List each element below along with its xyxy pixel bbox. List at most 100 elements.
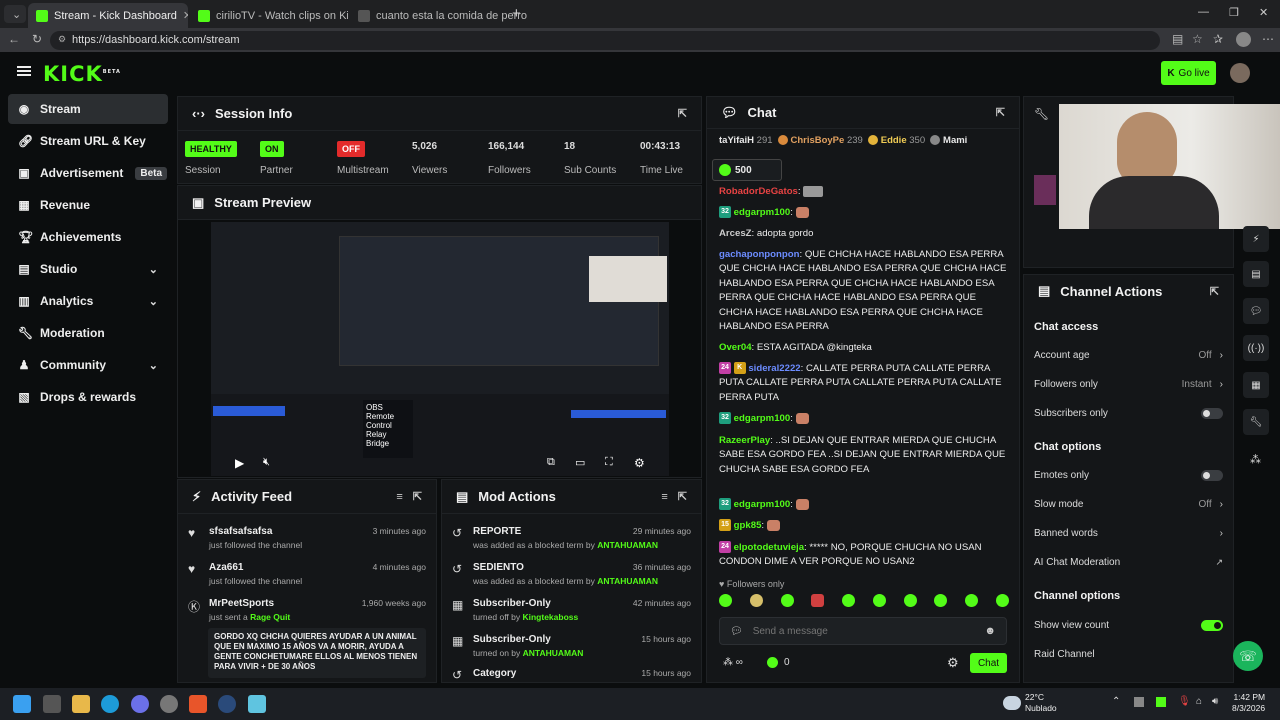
kicks-counter[interactable]: 0 bbox=[767, 657, 790, 668]
go-live-button[interactable]: K Go live bbox=[1161, 61, 1216, 85]
leader-name[interactable]: ChrisBoyPe bbox=[790, 135, 844, 146]
chat-username[interactable]: edgarpm100 bbox=[734, 499, 791, 510]
leader-name[interactable]: taYifaiH bbox=[719, 135, 754, 146]
network-icon[interactable]: ⌂ bbox=[1196, 696, 1202, 707]
chat-username[interactable]: RobadorDeGatos bbox=[719, 186, 798, 197]
emote-icon[interactable] bbox=[995, 594, 1009, 607]
close-icon[interactable]: ✕ bbox=[183, 9, 188, 22]
favorites-icon[interactable]: ✰ bbox=[1213, 32, 1223, 46]
mute-icon[interactable]: 🔇︎ bbox=[263, 456, 270, 469]
slow-mode-row[interactable]: Slow mode Off › bbox=[1034, 490, 1223, 518]
preview-video[interactable]: OBS Remote Control Relay Bridge ▶ 🔇︎ ⧉ ▭ ⛶ ⚙ bbox=[211, 222, 669, 476]
theater-icon[interactable]: ▭ bbox=[575, 456, 585, 469]
fullscreen-icon[interactable]: ⛶ bbox=[605, 456, 613, 469]
bolt-tool-icon[interactable]: ⚡︎ bbox=[1243, 226, 1269, 252]
chat-send-button[interactable]: Chat bbox=[970, 653, 1007, 673]
pip-icon[interactable]: ⧉ bbox=[547, 456, 555, 469]
tab-clips[interactable]: cirilioTV - Watch clips on Kick ✕ bbox=[190, 3, 348, 28]
microphone-icon[interactable]: 🎙︎ bbox=[1178, 696, 1191, 707]
expand-icon[interactable]: ⇱ bbox=[1210, 285, 1219, 298]
notes-tool-icon[interactable]: ▤ bbox=[1243, 261, 1269, 287]
chat-username[interactable]: gpk85 bbox=[734, 520, 762, 531]
subscribers-only-toggle[interactable] bbox=[1201, 407, 1223, 419]
play-icon[interactable]: ▶ bbox=[235, 456, 244, 470]
brave-icon[interactable] bbox=[189, 695, 207, 713]
chat-settings-gear-icon[interactable]: ⚙ bbox=[947, 655, 959, 671]
volume-icon[interactable]: 🔊︎ bbox=[1212, 696, 1218, 707]
emote-icon[interactable] bbox=[903, 594, 917, 607]
pinned-kicks-badge[interactable]: 500 bbox=[712, 159, 782, 181]
filter-icon[interactable]: ≡ bbox=[661, 491, 667, 503]
tray-app-icon[interactable] bbox=[1134, 697, 1144, 707]
chat-username[interactable]: edgarpm100 bbox=[734, 207, 791, 218]
chat-username[interactable]: ArcesZ bbox=[719, 228, 752, 239]
chat-username[interactable]: RazeerPlay bbox=[719, 435, 770, 446]
sidebar-item-stream-url[interactable]: 🔗︎ Stream URL & Key bbox=[8, 126, 168, 156]
task-view-icon[interactable] bbox=[43, 695, 61, 713]
expand-icon[interactable]: ⇱ bbox=[996, 106, 1005, 119]
expand-icon[interactable]: ⇱ bbox=[678, 490, 687, 503]
reload-icon[interactable]: ↻ bbox=[32, 32, 42, 46]
more-icon[interactable]: ⋯ bbox=[1262, 32, 1274, 46]
emote-icon[interactable] bbox=[842, 594, 856, 607]
chat-username[interactable]: edgarpm100 bbox=[734, 413, 791, 424]
star-icon[interactable]: ☆ bbox=[1192, 32, 1203, 46]
filter-icon[interactable]: ≡ bbox=[396, 491, 402, 503]
account-age-row[interactable]: Account age Off › bbox=[1034, 341, 1223, 369]
mod-user[interactable]: ANTAHUAMAN bbox=[523, 648, 584, 658]
notepad-icon[interactable] bbox=[248, 695, 266, 713]
emote-icon[interactable] bbox=[719, 594, 732, 607]
tray-chevron-icon[interactable]: ⌃ bbox=[1112, 696, 1120, 707]
layout-tool-icon[interactable]: ▦ bbox=[1243, 372, 1269, 398]
user-avatar[interactable] bbox=[1230, 63, 1250, 83]
chat-username[interactable]: elpotodetuvieja bbox=[734, 542, 804, 553]
weather-widget[interactable]: 22°C Nublado bbox=[1025, 692, 1057, 714]
window-close-button[interactable]: ✕ bbox=[1259, 6, 1268, 19]
obs-icon[interactable] bbox=[160, 695, 178, 713]
sidebar-item-analytics[interactable]: ▥ Analytics ⌄ bbox=[8, 286, 168, 316]
windows-start-icon[interactable] bbox=[13, 695, 31, 713]
expand-icon[interactable]: ⇱ bbox=[678, 107, 687, 120]
back-icon[interactable]: ← bbox=[8, 32, 20, 46]
chat-message-field[interactable] bbox=[752, 625, 975, 637]
emote-icon[interactable] bbox=[780, 594, 794, 607]
sidebar-item-stream[interactable]: ◉ Stream bbox=[8, 94, 168, 124]
file-explorer-icon[interactable] bbox=[72, 695, 90, 713]
sidebar-item-revenue[interactable]: ▦ Revenue bbox=[8, 190, 168, 220]
mod-user[interactable]: ANTAHUAMAN bbox=[597, 540, 658, 550]
wrench-tool-icon[interactable]: 🔧︎ bbox=[1243, 409, 1269, 435]
show-view-count-toggle[interactable] bbox=[1201, 619, 1223, 631]
raid-channel-row[interactable]: Raid Channel bbox=[1034, 640, 1223, 668]
minimize-button[interactable]: — bbox=[1198, 6, 1209, 18]
settings-gear-icon[interactable]: ⚙ bbox=[634, 456, 645, 470]
support-chat-icon[interactable]: ☏ bbox=[1233, 641, 1263, 671]
followers-only-row[interactable]: Followers only Instant › bbox=[1034, 370, 1223, 398]
emote-icon[interactable] bbox=[811, 594, 825, 607]
sidebar-item-advertisement[interactable]: ▣ Advertisement Beta bbox=[8, 158, 168, 188]
broadcast-tool-icon[interactable]: ((·)) bbox=[1243, 335, 1269, 361]
leader-name[interactable]: Mami bbox=[943, 135, 967, 146]
discord-icon[interactable] bbox=[131, 695, 149, 713]
chat-input[interactable]: 💬︎ ☻ bbox=[719, 617, 1007, 645]
maximize-button[interactable]: ❐ bbox=[1229, 6, 1239, 19]
chat-tool-icon[interactable]: 💬︎ bbox=[1243, 298, 1269, 324]
activity-user[interactable]: sfsafsafsafsa bbox=[209, 526, 272, 537]
chat-username[interactable]: Over04 bbox=[719, 342, 752, 353]
sidebar-item-drops[interactable]: ▧ Drops & rewards bbox=[8, 382, 168, 412]
emote-icon[interactable] bbox=[872, 594, 886, 607]
sidebar-item-moderation[interactable]: 🔧︎ Moderation bbox=[8, 318, 168, 348]
new-tab-button[interactable]: + bbox=[512, 5, 521, 22]
more-tools-icon[interactable]: ⁂ bbox=[1250, 453, 1261, 466]
sidebar-item-achievements[interactable]: 🏆︎ Achievements bbox=[8, 222, 168, 252]
sidebar-item-studio[interactable]: ▤ Studio ⌄ bbox=[8, 254, 168, 284]
tab-search[interactable]: cuanto esta la comida de perro - S ✕ bbox=[350, 3, 530, 28]
emote-icon[interactable] bbox=[934, 594, 948, 607]
emoji-icon[interactable]: ☻ bbox=[984, 625, 996, 637]
ai-moderation-row[interactable]: AI Chat Moderation ↗ bbox=[1034, 548, 1223, 576]
clock[interactable]: 1:42 PM 8/3/2026 bbox=[1232, 692, 1265, 714]
kick-logo[interactable]: KICKBETA bbox=[43, 62, 121, 86]
expand-icon[interactable]: ⇱ bbox=[413, 490, 422, 503]
banned-words-row[interactable]: Banned words › bbox=[1034, 519, 1223, 547]
emotes-only-toggle[interactable] bbox=[1201, 469, 1223, 481]
emote-icon[interactable] bbox=[749, 594, 763, 607]
